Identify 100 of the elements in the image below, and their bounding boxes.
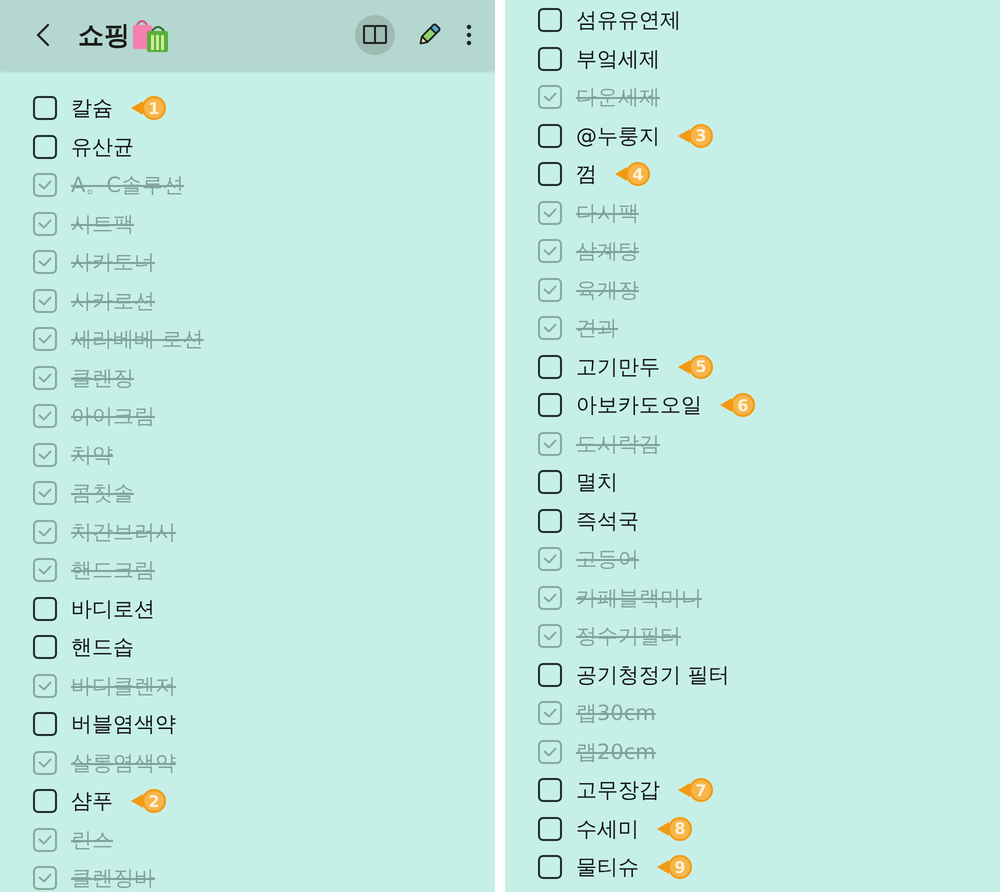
checkbox[interactable]: [33, 134, 57, 159]
checkbox[interactable]: [33, 212, 57, 236]
checkbox[interactable]: [538, 46, 562, 71]
checkbox[interactable]: [33, 866, 57, 890]
checkbox[interactable]: [33, 481, 57, 506]
shopping-bags-icon: [130, 17, 170, 53]
item-text: 멸치: [576, 469, 618, 496]
checkbox[interactable]: [538, 85, 562, 110]
item-text: 고무장갑: [576, 777, 660, 804]
item-text: 클렌징바: [71, 865, 155, 892]
number-callout: 6: [720, 393, 755, 418]
checkmark-icon: [543, 284, 557, 295]
number-callout: 3: [678, 124, 713, 148]
item-text: 껌: [576, 161, 597, 188]
item-text: @누룽지: [576, 122, 660, 150]
checkmark-icon: [38, 834, 52, 845]
checkmark-icon: [543, 208, 557, 218]
item-text: 물티슈: [576, 854, 639, 882]
checkbox[interactable]: [538, 855, 562, 880]
checkbox[interactable]: [538, 432, 562, 456]
checkbox[interactable]: [33, 674, 57, 698]
checkbox[interactable]: [538, 124, 562, 148]
checkbox[interactable]: [538, 508, 562, 533]
item-text: 유산균: [71, 134, 134, 161]
item-text: 아보카도오일: [576, 392, 702, 420]
item-text: 섬유유연제: [576, 7, 681, 34]
number-callout: 2: [131, 789, 166, 814]
checkbox[interactable]: [33, 789, 57, 814]
checkbox[interactable]: [33, 520, 57, 544]
checkbox[interactable]: [538, 778, 562, 802]
checkbox[interactable]: [33, 442, 57, 467]
checkmark-icon: [38, 450, 52, 460]
item-text: 도시락김: [576, 430, 660, 458]
checkbox[interactable]: [33, 173, 57, 198]
item-text: 샴푸: [71, 788, 113, 816]
checkmark-icon: [38, 758, 52, 768]
checkbox[interactable]: [538, 316, 562, 340]
checkmark-icon: [38, 334, 52, 344]
number-callout: 9: [657, 855, 692, 880]
item-text: 수세미: [576, 816, 639, 843]
checkbox[interactable]: [33, 96, 57, 120]
checkbox[interactable]: [538, 8, 562, 32]
checkmark-icon: [38, 488, 52, 498]
item-text: 공기청정기 필터: [576, 662, 730, 689]
checkbox[interactable]: [538, 470, 562, 494]
item-text: 치간브러시: [71, 518, 176, 546]
checkbox[interactable]: [538, 393, 562, 418]
checkbox[interactable]: [33, 404, 57, 428]
item-text: 핸드크림: [71, 557, 155, 584]
checkbox[interactable]: [33, 558, 57, 582]
item-text: 칼슘: [71, 95, 113, 122]
item-text: 육개장: [576, 276, 639, 304]
checkbox[interactable]: [33, 635, 57, 660]
checkbox[interactable]: [33, 288, 57, 313]
checkbox[interactable]: [538, 162, 562, 186]
checkbox[interactable]: [538, 624, 562, 648]
checkmark-icon: [543, 554, 557, 564]
checkmark-icon: [38, 296, 52, 306]
checkmark-icon: [38, 218, 52, 229]
checkbox[interactable]: [33, 750, 57, 775]
checkmark-icon: [543, 631, 557, 642]
checkmark-icon: [543, 92, 557, 102]
checkmark-icon: [543, 708, 557, 718]
checkmark-icon: [38, 565, 52, 576]
item-text: 클렌징: [71, 364, 134, 392]
checkbox[interactable]: [538, 662, 562, 687]
checkbox[interactable]: [33, 366, 57, 390]
checkbox[interactable]: [33, 596, 57, 621]
item-text: 바디클렌저: [71, 672, 176, 700]
checkbox[interactable]: [33, 250, 57, 274]
checkbox[interactable]: [538, 239, 562, 264]
checkbox[interactable]: [538, 354, 562, 379]
checkbox[interactable]: [538, 200, 562, 225]
checkbox[interactable]: [538, 586, 562, 610]
checkbox[interactable]: [538, 740, 562, 764]
item-text: 부엌세제: [576, 46, 660, 73]
checkmark-icon: [38, 680, 52, 691]
item-text: 고등어: [576, 546, 639, 574]
item-text: 시트팩: [71, 210, 134, 238]
number-callout: 5: [678, 354, 713, 379]
number-callout: 7: [678, 778, 713, 802]
checkbox[interactable]: [33, 712, 57, 736]
item-text: 린스: [71, 826, 113, 854]
checkbox[interactable]: [538, 701, 562, 726]
item-text: 사카토너: [71, 249, 155, 276]
checkbox[interactable]: [538, 547, 562, 572]
checkbox[interactable]: [538, 278, 562, 302]
item-text: 살롱염색약: [71, 750, 176, 777]
checkbox[interactable]: [33, 828, 57, 852]
page-title: 쇼핑: [78, 20, 130, 52]
book-button[interactable]: [355, 15, 395, 55]
item-text: 사카로션: [71, 288, 155, 315]
checkbox[interactable]: [33, 327, 57, 352]
item-text: 아이크림: [71, 403, 155, 430]
item-text: 다시팩: [576, 200, 639, 227]
item-text: 즉석국: [576, 508, 639, 535]
checkbox[interactable]: [538, 816, 562, 841]
back-icon[interactable]: [36, 23, 50, 47]
item-text: A。C솔루션: [71, 172, 184, 200]
checkmark-icon: [543, 592, 557, 603]
